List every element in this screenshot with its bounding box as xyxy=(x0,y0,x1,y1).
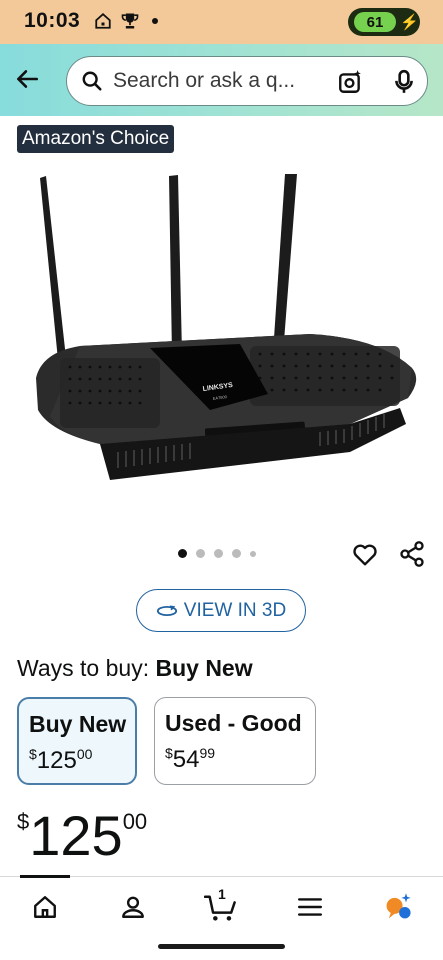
bottom-nav: 1 xyxy=(0,875,443,960)
used-good-option[interactable]: Used - Good $5499 xyxy=(154,697,316,785)
view-in-3d-label: VIEW IN 3D xyxy=(183,599,287,621)
nav-menu[interactable] xyxy=(290,889,330,925)
search-placeholder: Search or ask a q... xyxy=(113,69,296,92)
account-icon xyxy=(122,896,144,918)
back-arrow-icon xyxy=(17,70,39,88)
price-cents: 00 xyxy=(122,809,148,834)
status-icons xyxy=(94,11,158,31)
battery-level: 61 xyxy=(354,12,396,32)
back-button[interactable] xyxy=(10,62,44,96)
carousel-dot[interactable] xyxy=(232,549,241,558)
search-header: Search or ask a q... xyxy=(0,44,443,116)
price-currency: $ xyxy=(17,809,30,834)
ways-to-buy-prefix: Ways to buy: xyxy=(17,655,150,681)
menu-icon xyxy=(297,898,323,916)
rotate-3d-icon xyxy=(156,605,177,616)
trophy-status-icon xyxy=(121,13,139,29)
price-whole: 125 xyxy=(29,804,123,867)
ways-to-buy-selected: Buy New xyxy=(155,655,253,681)
nav-home[interactable] xyxy=(25,889,65,925)
home-status-icon xyxy=(95,13,111,29)
nav-rufus[interactable] xyxy=(378,889,418,925)
option-title: Buy New xyxy=(29,711,127,737)
search-input[interactable]: Search or ask a q... xyxy=(66,56,428,106)
carousel-dot-active[interactable] xyxy=(178,549,187,558)
carousel-dot[interactable] xyxy=(196,549,205,558)
option-price: $12500 xyxy=(29,746,93,774)
dot-status-icon xyxy=(152,18,158,24)
nav-active-indicator xyxy=(20,875,70,878)
heart-icon[interactable] xyxy=(351,541,379,569)
share-icon[interactable] xyxy=(398,540,426,568)
amazons-choice-badge: Amazon's Choice xyxy=(17,125,175,153)
option-title: Used - Good xyxy=(165,710,302,736)
buy-new-option[interactable]: Buy New $12500 xyxy=(17,697,137,785)
charging-bolt-icon: ⚡ xyxy=(400,14,419,31)
search-icon xyxy=(82,71,102,91)
microphone-icon[interactable] xyxy=(391,69,417,95)
option-price: $5499 xyxy=(165,745,216,773)
carousel-dots[interactable] xyxy=(178,549,256,558)
battery-indicator: 61 ⚡ xyxy=(348,8,420,36)
rufus-icon xyxy=(386,893,411,919)
status-bar: 10:03 61 ⚡ xyxy=(0,0,443,44)
product-price: $12500 xyxy=(17,803,147,868)
status-time: 10:03 xyxy=(24,9,81,32)
nav-cart[interactable]: 1 xyxy=(201,886,241,925)
camera-lens-icon[interactable] xyxy=(337,69,363,95)
product-image[interactable]: LINKSYS EA7500 xyxy=(20,162,430,512)
ways-to-buy-heading: Ways to buy: Buy New xyxy=(17,655,253,682)
carousel-dot[interactable] xyxy=(214,549,223,558)
home-indicator-bar xyxy=(158,944,285,949)
view-in-3d-button[interactable]: VIEW IN 3D xyxy=(136,589,306,632)
home-icon xyxy=(34,896,56,918)
nav-account[interactable] xyxy=(113,889,153,925)
cart-count: 1 xyxy=(218,886,226,902)
carousel-dot[interactable] xyxy=(250,550,256,557)
